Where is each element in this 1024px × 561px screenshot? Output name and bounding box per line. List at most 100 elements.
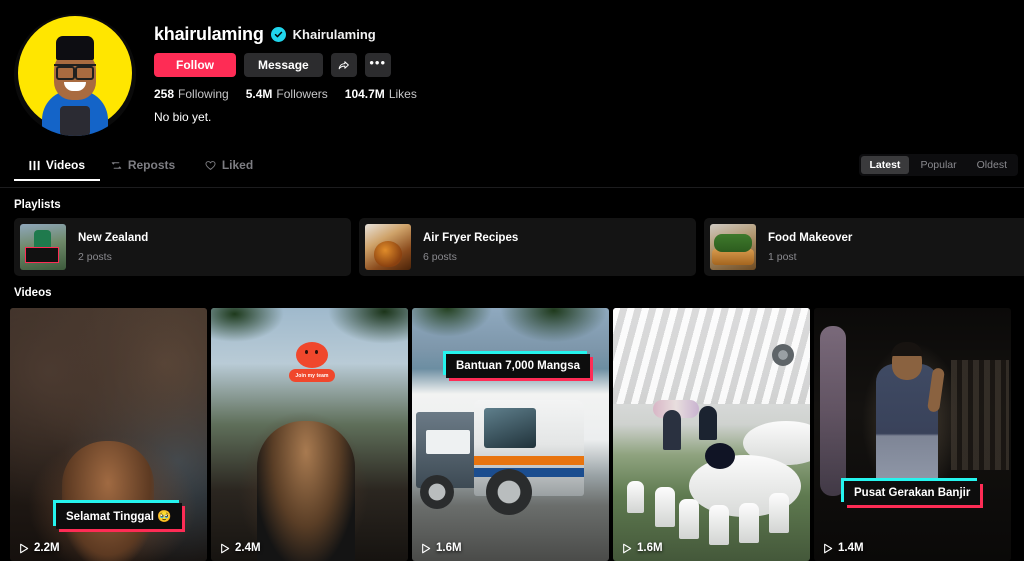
playlists-row: New Zealand 2 posts Air Fryer Recipes 6 … — [0, 218, 1024, 276]
stat-following-label: Following — [178, 87, 229, 101]
person-standing — [699, 406, 717, 440]
stat-likes-label: Likes — [388, 87, 417, 101]
tab-reposts[interactable]: Reposts — [100, 158, 186, 180]
tab-liked-label: Liked — [221, 158, 254, 172]
video-thumbnail — [412, 308, 609, 561]
avatar-apron — [60, 106, 90, 136]
person-hair — [891, 342, 923, 356]
video-view-count: 2.2M — [19, 542, 60, 554]
video-caption-overlay: Selamat Tinggal 🥹 — [56, 503, 182, 529]
verified-badge-icon — [270, 27, 286, 42]
more-options-icon[interactable]: ••• — [364, 53, 391, 77]
person-standing — [663, 410, 681, 450]
stat-followers-value: 5.4M — [245, 87, 273, 101]
tab-videos[interactable]: Videos — [14, 158, 100, 181]
playlist-meta: Air Fryer Recipes 6 posts — [423, 232, 518, 263]
playlist-count: 1 post — [768, 250, 797, 263]
avatar-glasses — [54, 64, 96, 80]
playlist-thumbnail — [20, 224, 66, 270]
profile-info: khairulaming Khairulaming Follow Message… — [154, 14, 417, 136]
truck-bed-sign — [426, 430, 470, 454]
message-button[interactable]: Message — [244, 53, 323, 77]
banquet-chair — [627, 481, 644, 513]
truck-stripe-orange — [474, 456, 584, 465]
sticker-text: Join my team — [295, 372, 329, 379]
banquet-chair — [769, 493, 789, 533]
sort-popular-button[interactable]: Popular — [911, 156, 965, 174]
profile-header: khairulaming Khairulaming Follow Message… — [0, 0, 1024, 136]
playlist-title: New Zealand — [78, 231, 149, 244]
video-caption-overlay: Pusat Gerakan Banjir — [844, 481, 981, 505]
playlist-card-new-zealand[interactable]: New Zealand 2 posts — [14, 218, 351, 276]
banquet-chair — [709, 505, 729, 545]
view-count-value: 2.4M — [235, 542, 261, 554]
video-view-count: 1.6M — [622, 542, 663, 554]
grid-icon — [29, 160, 40, 171]
person-standing — [876, 364, 938, 484]
video-thumbnail — [613, 308, 810, 561]
banquet-chair — [679, 499, 699, 539]
view-count-value: 2.2M — [34, 542, 60, 554]
play-icon — [823, 543, 833, 554]
playlist-card-air-fryer-recipes[interactable]: Air Fryer Recipes 6 posts — [359, 218, 696, 276]
profile-stats: 258 Following 5.4M Followers 104.7M Likes — [154, 87, 417, 101]
video-view-count: 1.4M — [823, 542, 864, 554]
follow-button[interactable]: Follow — [154, 53, 236, 77]
name-row: khairulaming Khairulaming — [154, 24, 417, 45]
play-icon — [421, 543, 431, 554]
playlist-title: Food Makeover — [768, 231, 853, 244]
share-arrow-icon[interactable] — [330, 53, 357, 77]
marquee-fan — [772, 344, 794, 366]
repost-icon — [111, 160, 122, 171]
sort-latest-button[interactable]: Latest — [860, 156, 910, 174]
playlist-card-food-makeover[interactable]: Food Makeover 1 post — [704, 218, 1024, 276]
tabs-bar: Videos Reposts Liked Latest Popular Olde… — [0, 154, 1024, 188]
videos-section-label: Videos — [14, 287, 52, 299]
tab-liked[interactable]: Liked — [186, 158, 272, 180]
person-seated — [705, 443, 735, 469]
play-icon — [622, 543, 632, 554]
playlist-title: Air Fryer Recipes — [423, 231, 519, 244]
tomato-eye-left — [305, 350, 308, 354]
profile-actions: Follow Message ••• — [154, 53, 417, 77]
video-card[interactable]: 1.6M — [613, 308, 810, 561]
truck-window — [484, 408, 536, 448]
video-view-count: 1.6M — [421, 542, 462, 554]
video-card[interactable]: Selamat Tinggal 🥹 2.2M — [10, 308, 207, 561]
truck-stripe-blue — [474, 468, 584, 477]
tab-reposts-label: Reposts — [127, 158, 176, 172]
video-card[interactable]: Bantuan 7,000 Mangsa 1.6M — [412, 308, 609, 561]
play-icon — [19, 543, 29, 554]
stat-followers-label: Followers — [276, 87, 328, 101]
video-thumbnail — [814, 308, 1011, 561]
page-title: khairulaming — [154, 24, 264, 44]
avatar[interactable] — [14, 14, 136, 136]
video-view-count: 2.4M — [220, 542, 261, 554]
sticker-pill: Join my team — [289, 369, 335, 382]
playlists-section-label: Playlists — [14, 199, 61, 211]
tomato-mascot-icon — [296, 342, 328, 368]
video-caption-overlay: Bantuan 7,000 Mangsa — [446, 354, 590, 378]
banquet-chair — [739, 503, 759, 543]
join-my-team-sticker: Join my team — [287, 338, 337, 384]
stat-followers[interactable]: 5.4M Followers — [246, 87, 328, 101]
playlist-meta: Food Makeover 1 post — [768, 232, 852, 263]
videos-grid: Selamat Tinggal 🥹 2.2M Join my team 2.4M… — [0, 308, 1024, 561]
tab-videos-label: Videos — [45, 158, 86, 172]
video-card[interactable]: Pusat Gerakan Banjir 1.4M — [814, 308, 1011, 561]
truck-wheel-rear — [420, 475, 454, 509]
truck-wheel-front — [486, 469, 532, 515]
view-count-value: 1.6M — [436, 542, 462, 554]
playlist-thumbnail — [710, 224, 756, 270]
playlist-thumbnail — [365, 224, 411, 270]
more-dots: ••• — [369, 54, 387, 70]
sort-oldest-button[interactable]: Oldest — [968, 156, 1016, 174]
stat-following-value: 258 — [154, 87, 175, 101]
flower-column — [820, 326, 846, 496]
stat-likes: 104.7M Likes — [345, 87, 417, 101]
tomato-eye-right — [315, 350, 318, 354]
stat-following[interactable]: 258 Following — [154, 87, 229, 101]
banquet-chair — [655, 487, 675, 527]
video-card[interactable]: Join my team 2.4M — [211, 308, 408, 561]
sort-toggle-group: Latest Popular Oldest — [858, 154, 1018, 176]
